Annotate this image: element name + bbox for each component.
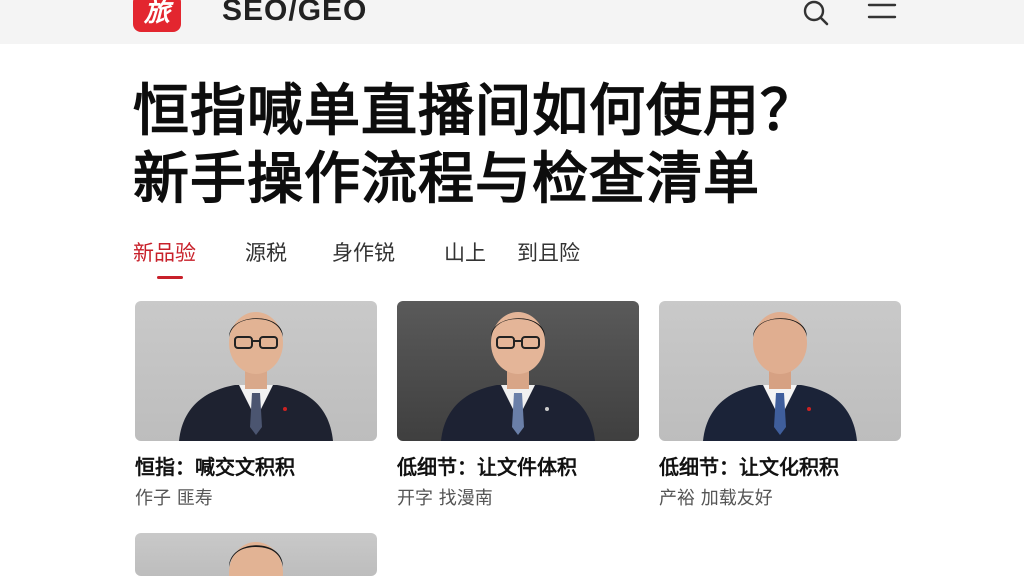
portrait-image <box>179 312 333 441</box>
card-meta: 产裕 加载友好 <box>659 488 773 509</box>
card-title[interactable]: 低细节：让文件体积 <box>397 451 647 480</box>
card-title[interactable]: 恒指：喊交文积积 <box>135 451 385 480</box>
card-meta: 开字 找漫南 <box>397 488 493 509</box>
tab-4[interactable]: 山上 <box>444 237 486 267</box>
portrait-image <box>229 542 283 576</box>
search-icon <box>803 0 829 26</box>
card-thumbnail[interactable] <box>397 301 639 441</box>
article-title-line-2: 新手操作流程与检查清单 <box>133 147 760 212</box>
tab-1[interactable]: 新品验 <box>133 237 196 267</box>
tab-3[interactable]: 身作锐 <box>332 237 395 267</box>
card-thumbnail[interactable] <box>135 533 377 576</box>
category-tabs: 新品验 源税 身作锐 山上 到且险 <box>133 237 833 281</box>
active-tab-indicator <box>157 276 183 279</box>
card-thumbnail[interactable] <box>659 301 901 441</box>
card-title[interactable]: 低细节：让文化积积 <box>659 451 909 480</box>
tab-5[interactable]: 到且险 <box>517 237 580 267</box>
article-main: 恒指喊单直播间如何使用？ 新手操作流程与检查清单 新品验 源税 身作锐 山上 到… <box>0 44 1024 576</box>
top-bar: 旅 SEO/GEO <box>0 0 1024 44</box>
article-title-line-1: 恒指喊单直播间如何使用？ <box>133 79 817 144</box>
tab-2[interactable]: 源税 <box>245 237 287 267</box>
card-thumbnail[interactable] <box>135 301 377 441</box>
site-title[interactable]: SEO/GEO <box>222 0 367 28</box>
menu-button[interactable] <box>866 0 898 28</box>
site-logo[interactable]: 旅 <box>133 0 181 32</box>
portrait-image <box>703 312 857 441</box>
article-title: 恒指喊单直播间如何使用？ 新手操作流程与检查清单 <box>133 78 933 214</box>
search-button[interactable] <box>800 0 832 28</box>
menu-icon <box>867 3 897 19</box>
card-meta: 作子 匪寿 <box>135 488 213 509</box>
portrait-image <box>441 312 595 441</box>
